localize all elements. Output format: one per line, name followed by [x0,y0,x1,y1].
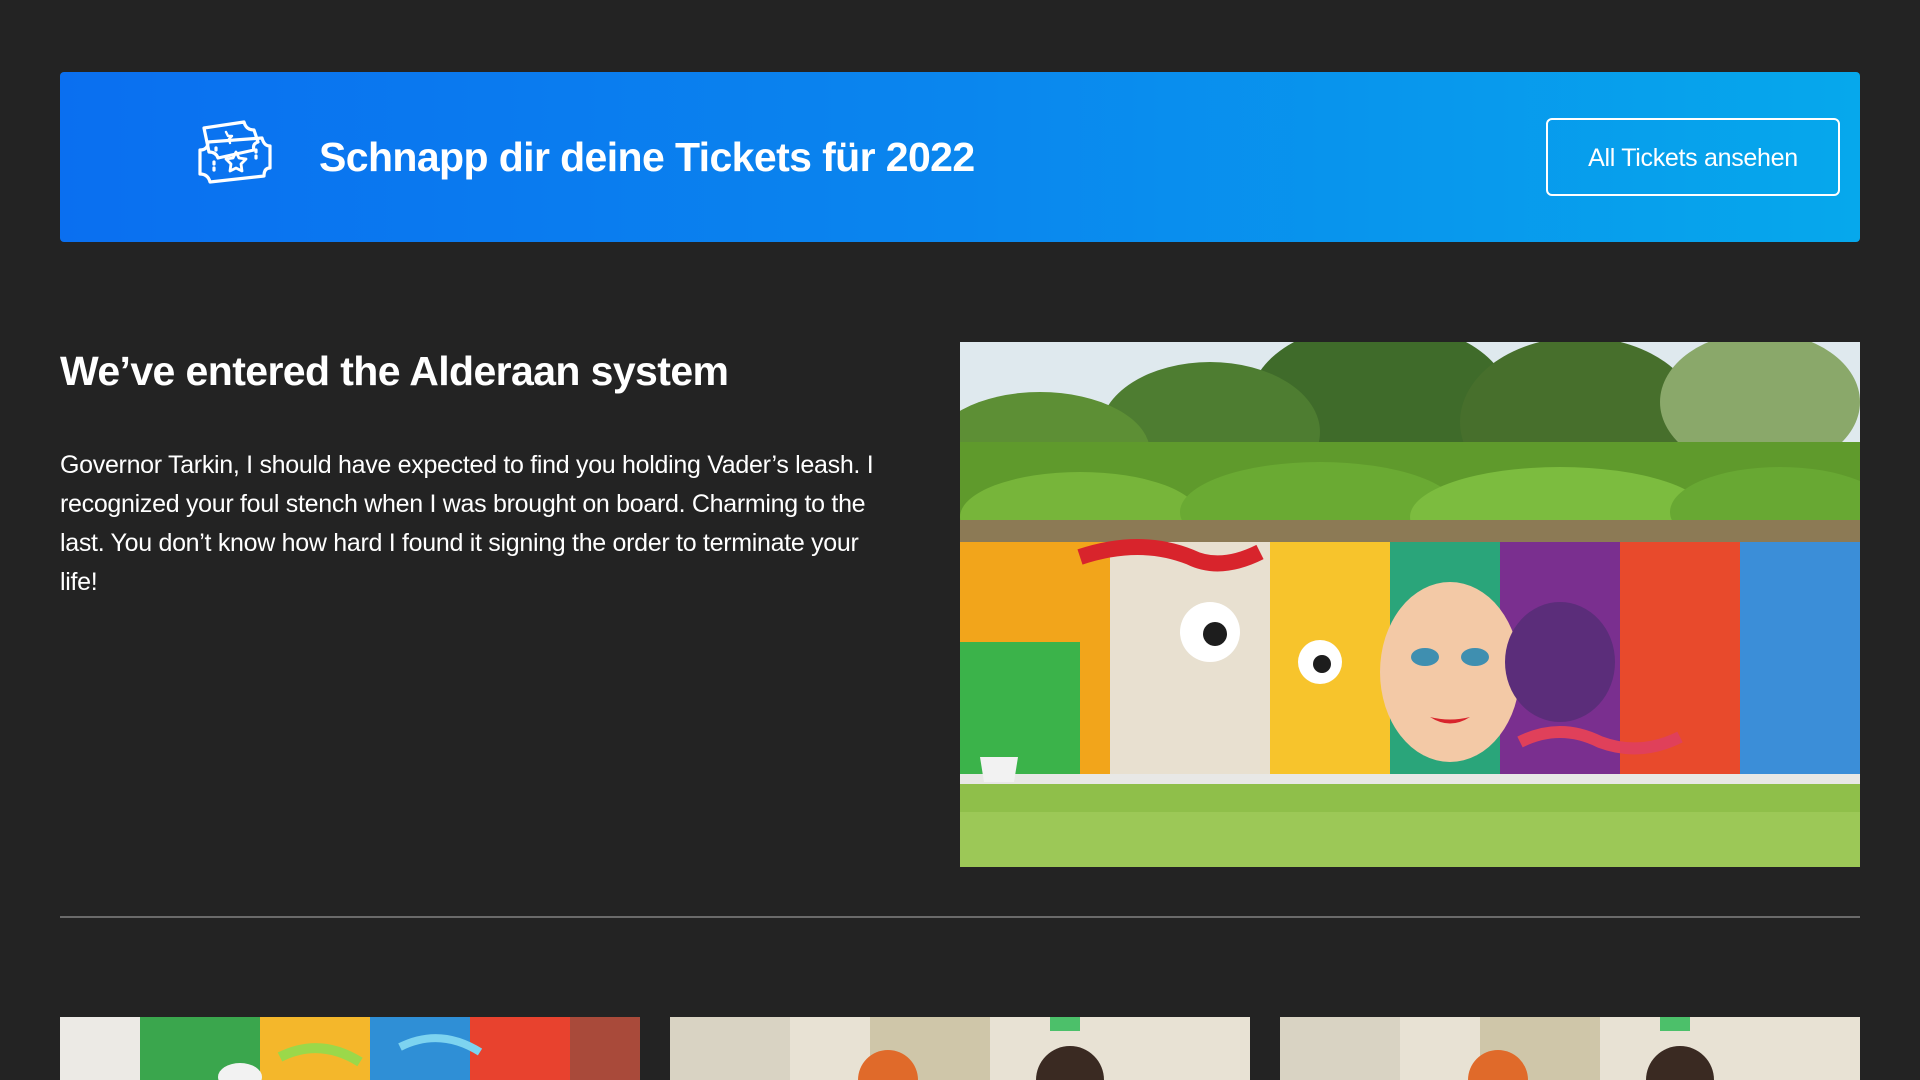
ticket-banner: Schnapp dir deine Tickets für 2022 All T… [60,72,1860,242]
page: Schnapp dir deine Tickets für 2022 All T… [0,0,1920,1080]
mural-photo [960,342,1860,867]
article-body: Governor Tarkin, I should have expected … [60,451,874,596]
card-graffiti[interactable] [60,1017,640,1080]
article-heading: We’ve entered the Alderaan system [60,348,729,394]
card-people-1[interactable] [670,1017,1250,1080]
ticket-icon [196,118,272,188]
card-people-2[interactable] [1280,1017,1860,1080]
all-tickets-button[interactable]: All Tickets ansehen [1546,118,1840,196]
banner-title: Schnapp dir deine Tickets für 2022 [319,134,975,180]
section-divider [60,916,1860,918]
